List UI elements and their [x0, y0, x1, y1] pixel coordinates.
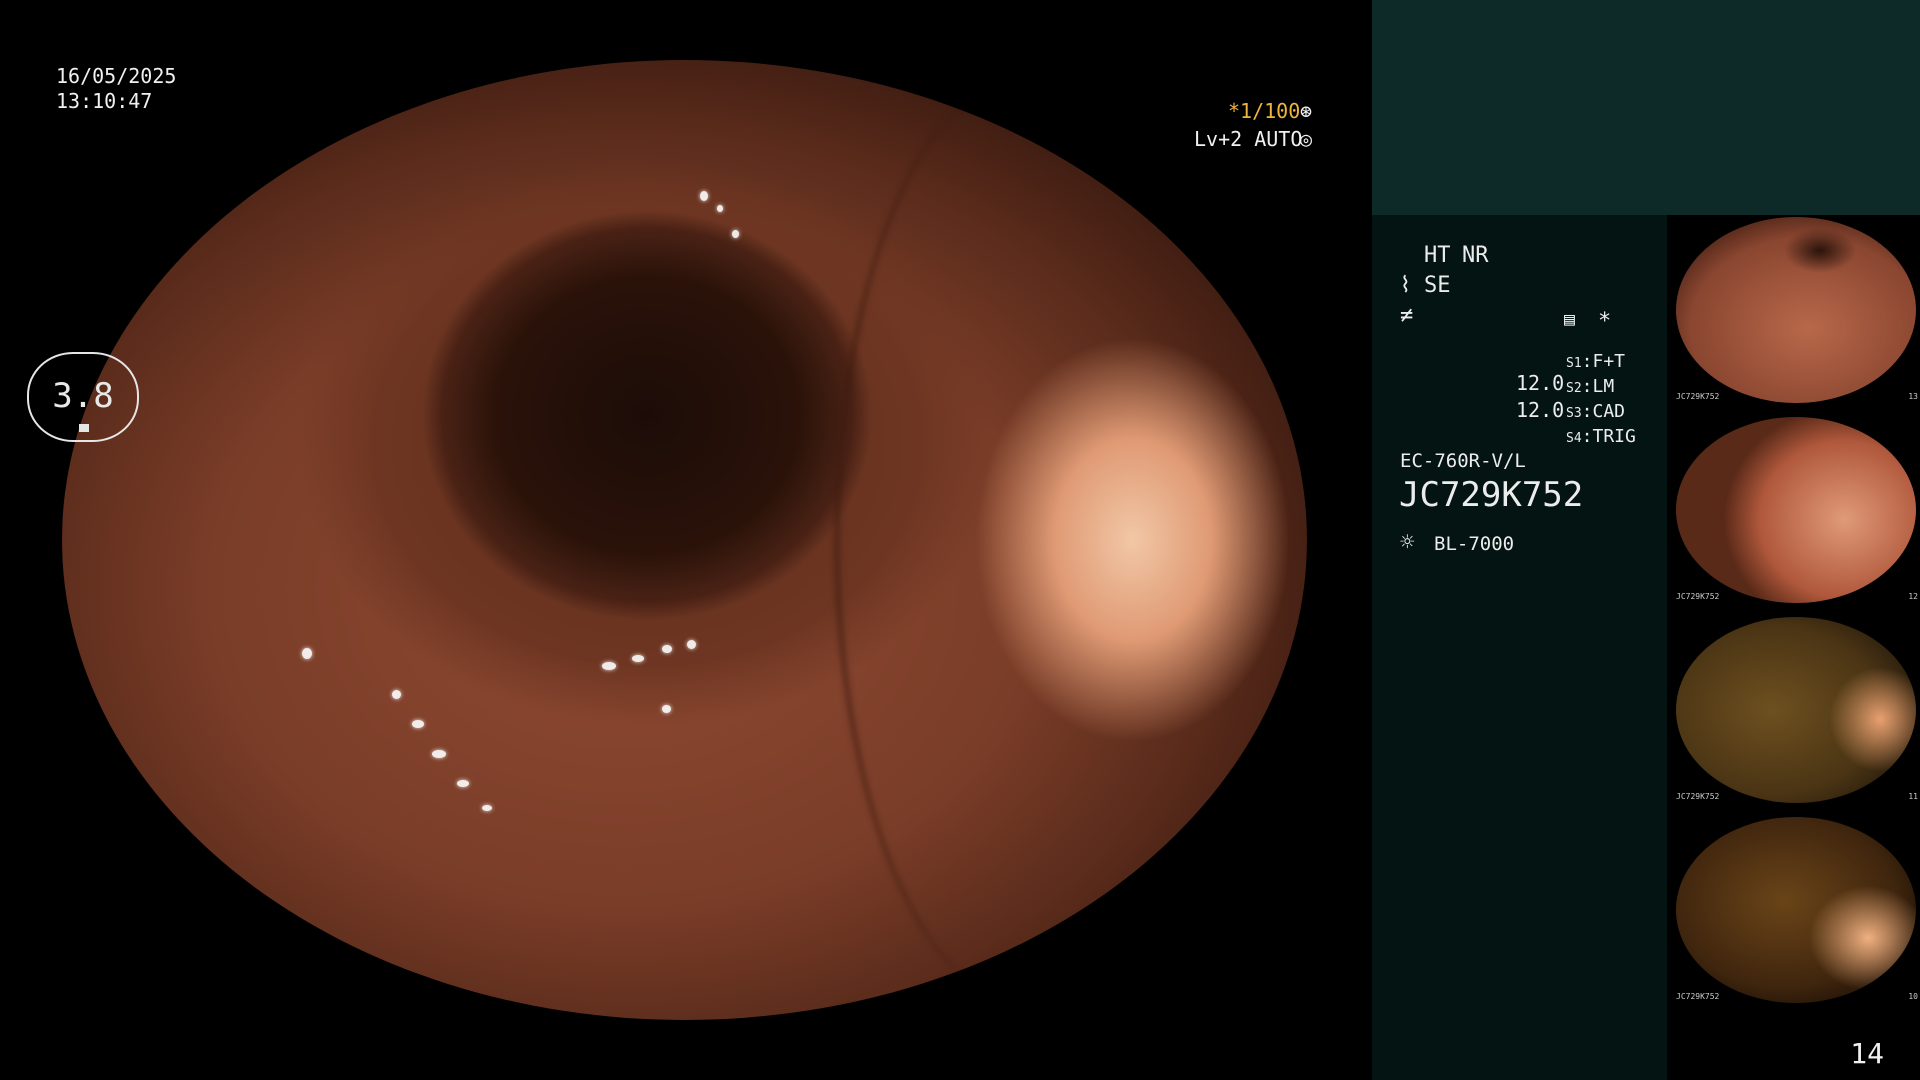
light-source: BL-7000 [1434, 533, 1515, 555]
freeze-icon: ≠ [1400, 303, 1414, 328]
thumbnail-image [1676, 817, 1916, 1003]
thumbnail-4[interactable]: JC729K752 10 [1672, 817, 1920, 1003]
enhance-icon: ⌇ [1400, 273, 1411, 298]
glare-spot [700, 191, 708, 201]
glare-spot [687, 640, 696, 649]
scope-serial: JC729K752 [1399, 475, 1584, 515]
glare-spot [432, 750, 446, 758]
shutter-speed: *1/100 [1228, 99, 1301, 123]
light-source-icon: ☼ [1400, 528, 1415, 556]
magnification-ring: 3.8 [27, 352, 139, 442]
thumbnail-number: 10 [1908, 992, 1918, 1001]
ring-marker [79, 424, 89, 432]
switch-s4: S4:TRIG [1566, 426, 1636, 447]
thumbnail-2[interactable]: JC729K752 12 [1672, 417, 1920, 603]
thumbnail-caption: JC729K752 [1676, 792, 1720, 801]
thumbnail-caption: JC729K752 [1676, 992, 1720, 1001]
mucosal-fold [833, 79, 1214, 1001]
glare-spot [662, 705, 671, 713]
brightness-level: Lv+2 AUTO [1194, 127, 1303, 151]
auto-iris-icon: ◎ [1300, 127, 1313, 151]
memo-icon: ▤ [1564, 309, 1575, 330]
glare-spot [457, 780, 469, 787]
glare-spot [632, 655, 644, 662]
iris-icon: ⊛ [1300, 99, 1313, 123]
thumbnail-image [1676, 617, 1916, 803]
glare-spot [717, 205, 723, 212]
ht-indicator: HT [1424, 243, 1451, 268]
image-counter: 14 [1850, 1037, 1884, 1070]
exam-time: 13:10:47 [56, 89, 153, 113]
thumbnail-image [1676, 217, 1916, 403]
thumbnail-image [1676, 417, 1916, 603]
thumbnail-caption: JC729K752 [1676, 392, 1720, 401]
panel-header-area [1372, 0, 1920, 215]
glare-spot [302, 648, 312, 659]
thumbnail-number: 11 [1908, 792, 1918, 801]
glare-spot [482, 805, 492, 811]
thumbnail-3[interactable]: JC729K752 11 [1672, 617, 1920, 803]
scope-model: EC-760R-V/L [1400, 450, 1526, 472]
exam-date: 16/05/2025 [56, 64, 177, 88]
glare-spot [412, 720, 424, 728]
endoscope-main-view: 16/05/2025 13:10:47 *1/100 ⊛ Lv+2 AUTO ◎ [0, 0, 1372, 1080]
glare-spot [732, 230, 739, 238]
panel-settings-area: HT NR ⌇ SE ≠ ▤ * 12.0 12.0 S1:F+T S2:LM … [1372, 215, 1667, 1080]
se-indicator: SE [1424, 273, 1451, 298]
thumbnail-number: 12 [1908, 592, 1918, 601]
thumbnail-1[interactable]: JC729K752 13 [1672, 217, 1920, 403]
glare-spot [602, 662, 616, 670]
nr-indicator: NR [1462, 243, 1489, 268]
value-lower: 12.0 [1516, 398, 1565, 422]
thumbnail-number: 13 [1908, 392, 1918, 401]
endoscopic-image [62, 60, 1307, 1020]
glare-spot [662, 645, 672, 653]
switch-s1: S1:F+T [1566, 351, 1626, 372]
asterisk-indicator: * [1598, 309, 1612, 334]
switch-s3: S3:CAD [1566, 401, 1626, 422]
value-upper: 12.0 [1516, 371, 1565, 395]
magnification-value: 3.8 [52, 376, 114, 416]
switch-s2: S2:LM [1566, 376, 1615, 397]
glare-spot [392, 690, 401, 699]
thumbnail-caption: JC729K752 [1676, 592, 1720, 601]
